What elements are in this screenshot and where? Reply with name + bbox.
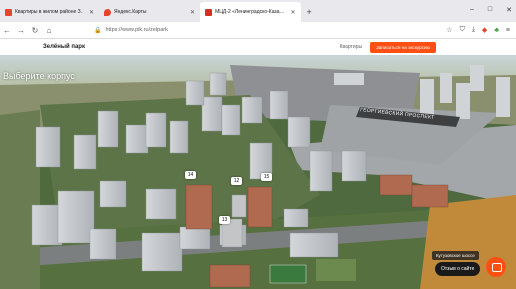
url-text: https://www.pik.ru/zelpark [105,27,168,33]
feedback-button[interactable]: Отзыв о сайте [435,262,481,276]
new-tab-button[interactable]: + [301,2,318,22]
close-icon[interactable]: ✕ [291,9,296,16]
flats-link[interactable]: Квартиры [340,44,362,50]
home-icon[interactable]: ⌂ [42,26,56,35]
maximize-icon[interactable]: □ [488,6,492,14]
road-label: Кутузовское шоссе [432,251,479,260]
tab-flats[interactable]: Квартиры в жилом районе З… ✕ [0,2,99,22]
tab-title: Квартиры в жилом районе З… [15,9,83,15]
chat-icon[interactable] [486,257,506,277]
tab-title: Яндекс.Карты [114,9,147,15]
close-window-icon[interactable]: ✕ [506,6,512,14]
building-marker-13[interactable]: 13 [219,216,230,224]
tab-mcd2[interactable]: МЦД-2 «Ленинградско-Каза… ✕ [200,2,301,22]
minimize-icon[interactable]: – [470,6,474,14]
reload-icon[interactable]: ↻ [28,26,42,35]
address-bar[interactable]: 🔒 https://www.pik.ru/zelpark [94,24,168,36]
building-marker-14[interactable]: 14 [185,171,196,179]
extension-icon[interactable]: ♣ [494,27,499,34]
browser-navbar: ← → ↻ ⌂ 🔒 https://www.pik.ru/zelpark ☆ ⛉… [0,22,516,39]
project-name[interactable]: Зелёный парк [43,44,85,50]
map-pin-icon [104,8,112,16]
site-header: Зелёный парк Квартиры Записаться на экск… [0,39,516,55]
close-icon[interactable]: ✕ [190,9,195,16]
back-icon[interactable]: ← [0,26,14,35]
browser-tab-bar: Квартиры в жилом районе З… ✕ Яндекс.Карт… [0,0,516,22]
building-marker-12[interactable]: 12 [231,177,242,185]
page-content: Зелёный парк Квартиры Записаться на экск… [0,39,516,289]
menu-icon[interactable]: ≡ [506,27,510,34]
tab-title: МЦД-2 «Ленинградско-Каза… [215,9,285,15]
pik-favicon-icon [5,8,12,16]
excursion-button[interactable]: Записаться на экскурсию [370,41,436,53]
extension-icon[interactable]: ◆ [482,26,487,34]
lock-icon: 🔒 [94,27,102,34]
building-marker-15[interactable]: 15 [261,173,272,181]
forward-icon[interactable]: → [14,26,28,35]
shield-icon[interactable]: ⛉ [460,26,465,34]
pik-favicon-icon [205,8,213,16]
download-icon[interactable]: ⤓ [472,26,475,34]
tab-yandex-maps[interactable]: Яндекс.Карты ✕ [99,2,200,22]
select-building-title: Выберите корпус [3,71,75,81]
window-controls: – □ ✕ [470,6,512,14]
close-icon[interactable]: ✕ [89,9,94,16]
bookmark-star-icon[interactable]: ☆ [446,26,452,34]
